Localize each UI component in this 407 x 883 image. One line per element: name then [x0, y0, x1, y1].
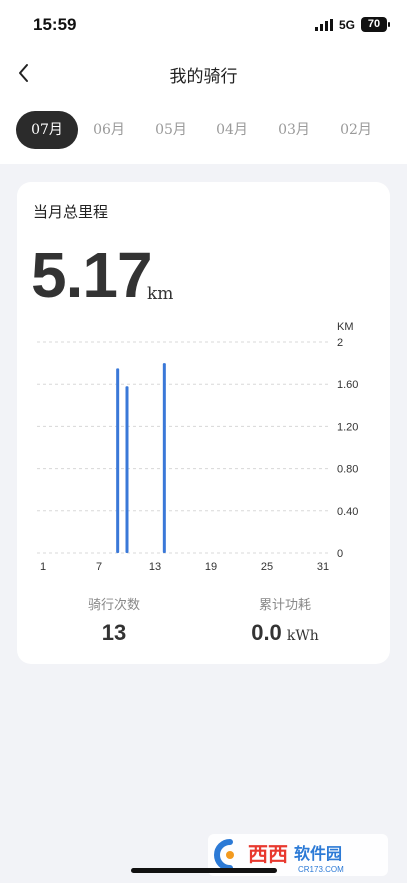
total-distance-unit: km [147, 284, 174, 304]
y-tick-label: 0 [337, 548, 343, 560]
x-tick-label: 19 [205, 561, 217, 573]
y-tick-label: 1.20 [337, 421, 358, 433]
battery-icon: 70 [361, 17, 390, 32]
tab-month-05[interactable]: 05月 [140, 111, 202, 149]
signal-icon [315, 19, 333, 31]
month-tabs: 07月 06月 05月 04月 03月 02月 [0, 96, 407, 164]
y-tick-label: 1.60 [337, 379, 358, 391]
nav-bar: 我的骑行 [0, 50, 407, 96]
monthly-summary-card: 当月总里程 5.17 km KM 2 1.60 1.20 0.80 0.40 0 1 7 13 19… [17, 182, 390, 664]
page-title: 我的骑行 [169, 67, 238, 87]
card-title: 当月总里程 [33, 203, 109, 221]
tab-month-06[interactable]: 06月 [78, 111, 140, 149]
distance-bar [125, 386, 129, 553]
tab-month-04[interactable]: 04月 [201, 111, 263, 149]
energy-unit: kWh [286, 628, 319, 644]
energy-label: 累计功耗 [258, 598, 311, 613]
distance-bar [116, 368, 120, 553]
rides-stat: 13 [44, 620, 184, 646]
x-tick-label: 7 [96, 561, 102, 573]
total-distance-value: 5.17 [31, 239, 153, 311]
energy-stat: 0.0 kWh [215, 620, 355, 646]
status-time: 15:59 [33, 15, 77, 34]
watermark-text-1: 西西 [248, 842, 288, 866]
watermark-text-2: 软件园 [294, 844, 342, 863]
tab-month-07[interactable]: 07月 [16, 111, 78, 149]
x-tick-label: 1 [40, 561, 46, 573]
x-tick-label: 25 [261, 561, 273, 573]
energy-value: 0.0 [251, 620, 282, 645]
status-bar: 15:59 5G 70 [0, 0, 407, 50]
distance-bar [162, 363, 166, 553]
tab-month-02[interactable]: 02月 [325, 111, 387, 149]
y-tick-label: 0.40 [337, 506, 358, 518]
watermark-url: CR173.COM [298, 865, 344, 874]
rides-value: 13 [101, 620, 127, 645]
y-tick-label: 2 [337, 337, 343, 349]
network-type: 5G [339, 18, 356, 32]
y-tick-label: 0.80 [337, 464, 358, 476]
x-tick-label: 31 [317, 561, 329, 573]
daily-distance-chart: KM 2 1.60 1.20 0.80 0.40 0 1 7 13 19 25 31 [37, 321, 358, 573]
x-tick-label: 13 [149, 561, 161, 573]
y-axis-label: KM [337, 321, 354, 333]
rides-label: 骑行次数 [87, 598, 140, 613]
home-indicator[interactable] [131, 868, 277, 873]
tab-month-03[interactable]: 03月 [263, 111, 325, 149]
